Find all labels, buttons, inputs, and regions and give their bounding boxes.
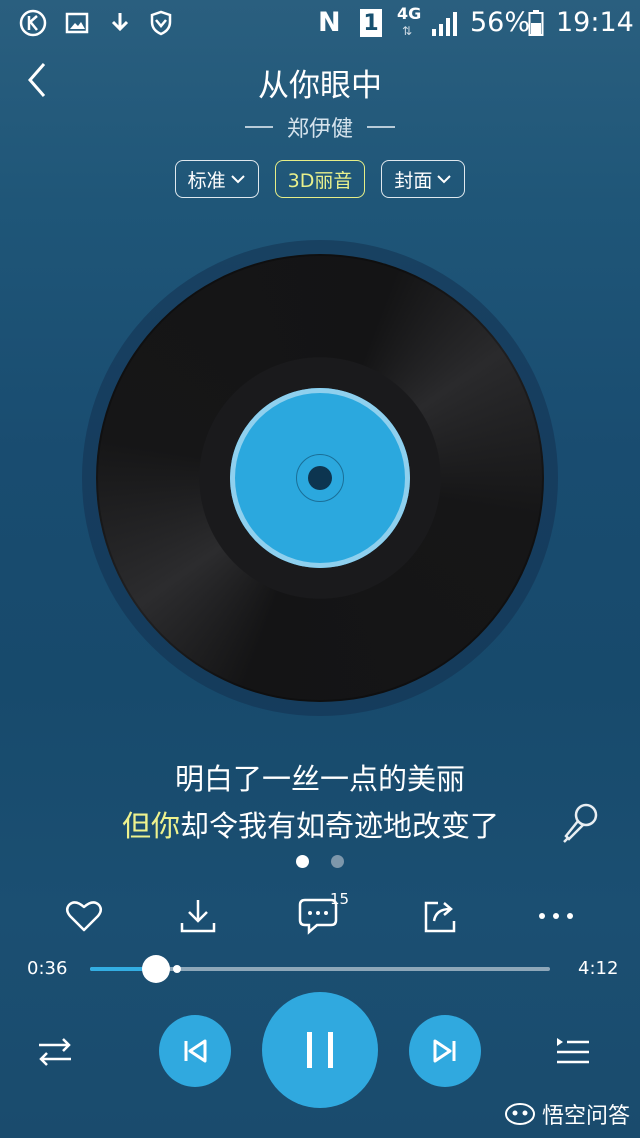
clock: 19:14 — [556, 7, 634, 38]
artist-name[interactable]: 郑伊健 — [287, 111, 353, 143]
progress-thumb[interactable] — [141, 955, 170, 983]
lyric-line-previous[interactable]: 明白了一丝一点的美丽 — [0, 756, 640, 798]
standard-quality-chip[interactable]: 标准 — [174, 160, 259, 198]
3d-sound-chip[interactable]: 3D丽音 — [274, 160, 366, 198]
watermark-text: 悟空问答 — [541, 1104, 630, 1129]
elapsed-time: 0:36 — [27, 958, 68, 979]
pause-icon — [307, 1032, 333, 1068]
next-icon — [433, 1039, 456, 1063]
previous-button[interactable] — [159, 1015, 231, 1087]
chip-label: 封面 — [394, 169, 433, 192]
chip-label: 标准 — [187, 169, 226, 192]
total-time: 4:12 — [578, 958, 619, 979]
share-button[interactable] — [416, 894, 464, 938]
shield-icon — [148, 8, 174, 38]
k-app-icon — [18, 8, 48, 38]
playlist-icon — [557, 1038, 589, 1064]
heart-icon — [66, 901, 102, 932]
lyric-line-current[interactable]: 但你却令我有如奇迹地改变了 — [122, 803, 499, 845]
chip-label: 3D丽音 — [287, 169, 353, 192]
lyric-unsung-part: 却令我有如奇迹地改变了 — [180, 809, 500, 843]
page-dot-active[interactable] — [296, 855, 309, 868]
pause-button[interactable] — [262, 992, 378, 1108]
like-button[interactable] — [60, 894, 108, 938]
battery-percent: 56% — [470, 7, 531, 38]
more-button[interactable] — [532, 894, 580, 938]
playlist-button[interactable] — [550, 1030, 596, 1074]
status-bar: N 1 4G ⇅ 56% 19:14 — [0, 0, 640, 46]
share-icon — [424, 901, 456, 933]
download-button[interactable] — [174, 894, 222, 938]
artist-right-dash — [367, 126, 395, 128]
page-dot[interactable] — [331, 855, 344, 868]
download-icon — [180, 900, 216, 933]
data-arrows-icon: ⇅ — [402, 24, 413, 38]
chevron-down-icon — [437, 175, 452, 184]
comment-count: 15 — [330, 890, 350, 908]
wukong-logo-icon — [504, 1103, 535, 1125]
page-indicator — [0, 855, 640, 868]
shuffle-icon — [39, 1038, 71, 1066]
karaoke-button[interactable] — [558, 800, 602, 844]
record-spindle — [308, 466, 332, 490]
signal-icon — [430, 8, 460, 38]
song-title: 从你眼中 — [258, 68, 382, 104]
lyric-sung-part: 但你 — [122, 809, 181, 843]
sound-options: 标准 3D丽音 封面 — [0, 160, 640, 198]
artist-left-dash — [244, 126, 273, 128]
cover-mode-chip[interactable]: 封面 — [381, 160, 466, 198]
previous-icon — [184, 1039, 207, 1063]
network-type: 4G — [397, 4, 422, 23]
buffer-marker — [173, 965, 182, 973]
download-status-icon — [108, 8, 132, 38]
sim-icon: 1 — [360, 8, 382, 38]
nfc-icon: N — [318, 7, 341, 38]
gallery-icon — [64, 8, 90, 38]
artist-row[interactable]: 郑伊健 — [0, 111, 640, 143]
microphone-icon — [563, 803, 598, 843]
more-icon — [539, 913, 573, 919]
next-button[interactable] — [409, 1015, 481, 1087]
watermark: 悟空问答 — [504, 1098, 630, 1130]
chevron-down-icon — [230, 175, 245, 184]
play-mode-button[interactable] — [30, 1030, 80, 1074]
battery-icon — [528, 8, 544, 38]
